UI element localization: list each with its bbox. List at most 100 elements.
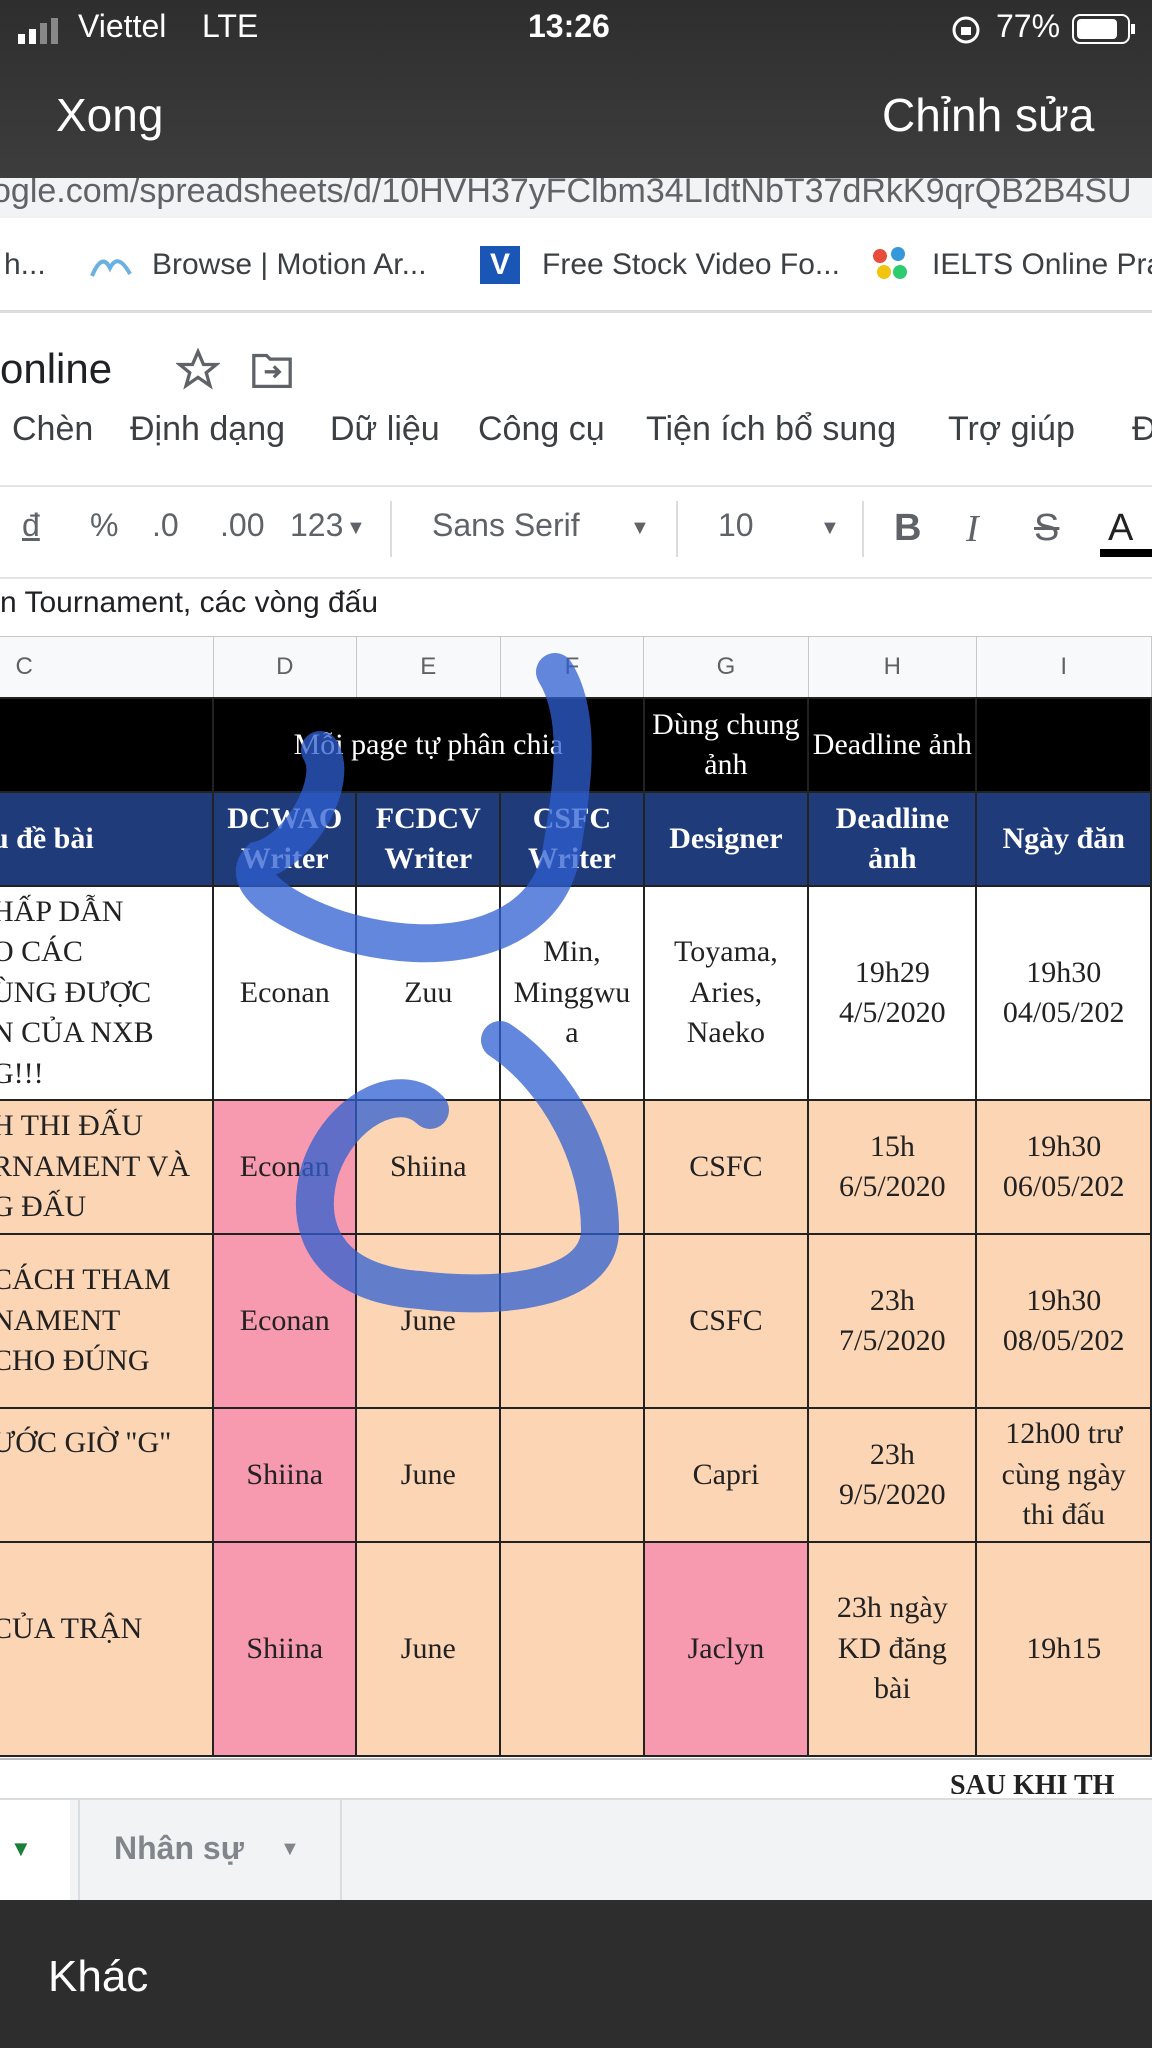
column-header-d[interactable]: D: [212, 636, 357, 699]
cell[interactable]: June: [355, 1541, 502, 1757]
column-header-e[interactable]: E: [355, 636, 501, 699]
edit-button[interactable]: Chỉnh sửa: [882, 88, 1094, 142]
bookmark-3[interactable]: Free Stock Video Fo...: [542, 248, 840, 282]
header-cell[interactable]: CSFC Writer: [499, 791, 645, 887]
decrease-decimal-button[interactable]: .0: [152, 507, 179, 544]
cell[interactable]: 19h30 06/05/202: [975, 1099, 1152, 1235]
menu-tools[interactable]: Công cụ: [478, 410, 605, 449]
cell[interactable]: Zuu: [355, 885, 502, 1101]
battery-icon: [1072, 14, 1136, 51]
motion-array-icon: [88, 250, 134, 285]
cell[interactable]: HẤP DẪNO CÁCÙNG ĐƯỢCN CỦA NXBG!!!: [0, 885, 215, 1101]
chevron-down-icon: ▼: [630, 517, 650, 539]
column-header-h[interactable]: H: [807, 636, 977, 699]
bold-button[interactable]: B: [894, 507, 921, 550]
text-color-button[interactable]: A: [1108, 507, 1133, 550]
cell[interactable]: Capri: [642, 1407, 810, 1543]
chevron-down-icon: ▼: [10, 1836, 32, 1861]
column-header-i[interactable]: I: [975, 636, 1152, 699]
cell[interactable]: Shiina: [355, 1099, 502, 1235]
header-cell[interactable]: DCWAO Writer: [212, 791, 358, 887]
strikethrough-button[interactable]: S: [1034, 507, 1059, 550]
cell[interactable]: [0, 697, 215, 793]
cell[interactable]: 19h29 4/5/2020: [807, 885, 978, 1101]
header-cell[interactable]: u đề bài: [0, 791, 215, 887]
cell[interactable]: 23h 7/5/2020: [807, 1233, 978, 1409]
done-button[interactable]: Xong: [56, 88, 163, 142]
move-folder-icon[interactable]: [250, 350, 294, 395]
cell[interactable]: CSFC: [642, 1099, 810, 1235]
star-icon[interactable]: [175, 347, 221, 397]
cell[interactable]: [975, 697, 1152, 793]
cell: SAU KHI TH: [950, 1770, 1115, 1794]
ios-bottom-bar: Khác: [0, 1900, 1152, 2048]
bookmark-4[interactable]: IELTS Online Prac: [932, 248, 1152, 282]
formula-bar[interactable]: n Tournament, các vòng đấu: [0, 578, 1152, 638]
header-cell[interactable]: Dùng chung ảnh: [642, 697, 810, 793]
header-cell[interactable]: Deadline ảnh: [807, 791, 978, 887]
cell[interactable]: 19h15: [975, 1541, 1152, 1757]
font-size-select[interactable]: 10: [718, 507, 754, 544]
menu-data[interactable]: Dữ liệu: [330, 410, 440, 449]
cell[interactable]: CSFC: [642, 1233, 810, 1409]
currency-button[interactable]: đ: [22, 507, 40, 544]
cell[interactable]: Econan: [212, 885, 358, 1101]
cell[interactable]: Min, Minggwu a: [499, 885, 645, 1101]
cell[interactable]: Toyama, Aries, Naeko: [642, 885, 810, 1101]
column-header-f[interactable]: F: [499, 636, 645, 699]
menu-format[interactable]: Định dạng: [130, 410, 285, 449]
menu-help[interactable]: Trợ giúp: [948, 410, 1075, 449]
cell[interactable]: 12h00 trư cùng ngày thi đấu: [975, 1407, 1152, 1543]
battery-percent: 77%: [996, 8, 1061, 44]
header-cell[interactable]: FCDCV Writer: [355, 791, 502, 887]
column-header-g[interactable]: G: [643, 636, 809, 699]
address-bar[interactable]: ogle.com/spreadsheets/d/10HVH37yFClbm34L…: [0, 178, 1152, 218]
cell[interactable]: [499, 1407, 645, 1543]
cell[interactable]: 23h ngày KD đăng bài: [807, 1541, 978, 1757]
bookmark-2[interactable]: Browse | Motion Ar...: [152, 248, 427, 282]
number-format-button[interactable]: 123: [290, 507, 343, 544]
header-cell[interactable]: Designer: [642, 791, 810, 887]
menu-addons[interactable]: Tiện ích bổ sung: [646, 410, 896, 449]
cell[interactable]: Econan: [212, 1099, 358, 1235]
cell[interactable]: [499, 1233, 645, 1409]
percent-button[interactable]: %: [90, 507, 118, 544]
doc-title[interactable]: online: [0, 345, 112, 393]
cell[interactable]: H THI ĐẤU RNAMENT VÀ G ĐẤU: [0, 1099, 215, 1235]
toolbar-divider: [676, 501, 678, 557]
merged-header-cell[interactable]: Mỗi page tự phân chia: [212, 697, 645, 793]
column-header-c[interactable]: C: [0, 636, 214, 699]
sheet-tab-bar: ▼ Nhân sự ▼: [0, 1798, 1152, 1902]
cell[interactable]: ƯỚC GIỜ "G": [0, 1407, 215, 1543]
more-button[interactable]: Khác: [48, 1952, 148, 2002]
cell[interactable]: [499, 1099, 645, 1235]
bookmark-1[interactable]: h...: [4, 248, 46, 282]
cell[interactable]: 15h 6/5/2020: [807, 1099, 978, 1235]
cell[interactable]: CÁCH THAM NAMENT CHO ĐÚNG: [0, 1233, 215, 1409]
cell[interactable]: Shiina: [212, 1407, 358, 1543]
cell[interactable]: June: [355, 1407, 502, 1543]
cell[interactable]: June: [355, 1233, 502, 1409]
italic-button[interactable]: I: [966, 507, 979, 551]
header-cell[interactable]: Deadline ảnh: [807, 697, 978, 793]
chevron-down-icon: ▼: [280, 1838, 300, 1860]
chevron-down-icon: ▼: [820, 517, 840, 539]
active-sheet-tab[interactable]: ▼: [0, 1800, 70, 1902]
cell[interactable]: [499, 1541, 645, 1757]
sheet-tab-nhan-su[interactable]: Nhân sự ▼: [78, 1800, 342, 1902]
videvo-icon: V: [480, 246, 520, 284]
font-family-select[interactable]: Sans Serif: [432, 507, 580, 544]
increase-decimal-button[interactable]: .00: [220, 507, 264, 544]
menu-more[interactable]: Đ: [1132, 410, 1152, 449]
cell[interactable]: Econan: [212, 1233, 358, 1409]
cell[interactable]: CỦA TRẬN: [0, 1541, 215, 1757]
cell[interactable]: 19h30 04/05/202: [975, 885, 1152, 1101]
cell[interactable]: 23h 9/5/2020: [807, 1407, 978, 1543]
toolbar-divider: [862, 501, 864, 557]
header-cell[interactable]: Ngày đăn: [975, 791, 1152, 887]
cell[interactable]: 19h30 08/05/202: [975, 1233, 1152, 1409]
menu-insert[interactable]: Chèn: [12, 410, 93, 449]
cell[interactable]: Jaclyn: [642, 1541, 810, 1757]
cell[interactable]: Shiina: [212, 1541, 358, 1757]
signal-icon: [18, 18, 64, 49]
